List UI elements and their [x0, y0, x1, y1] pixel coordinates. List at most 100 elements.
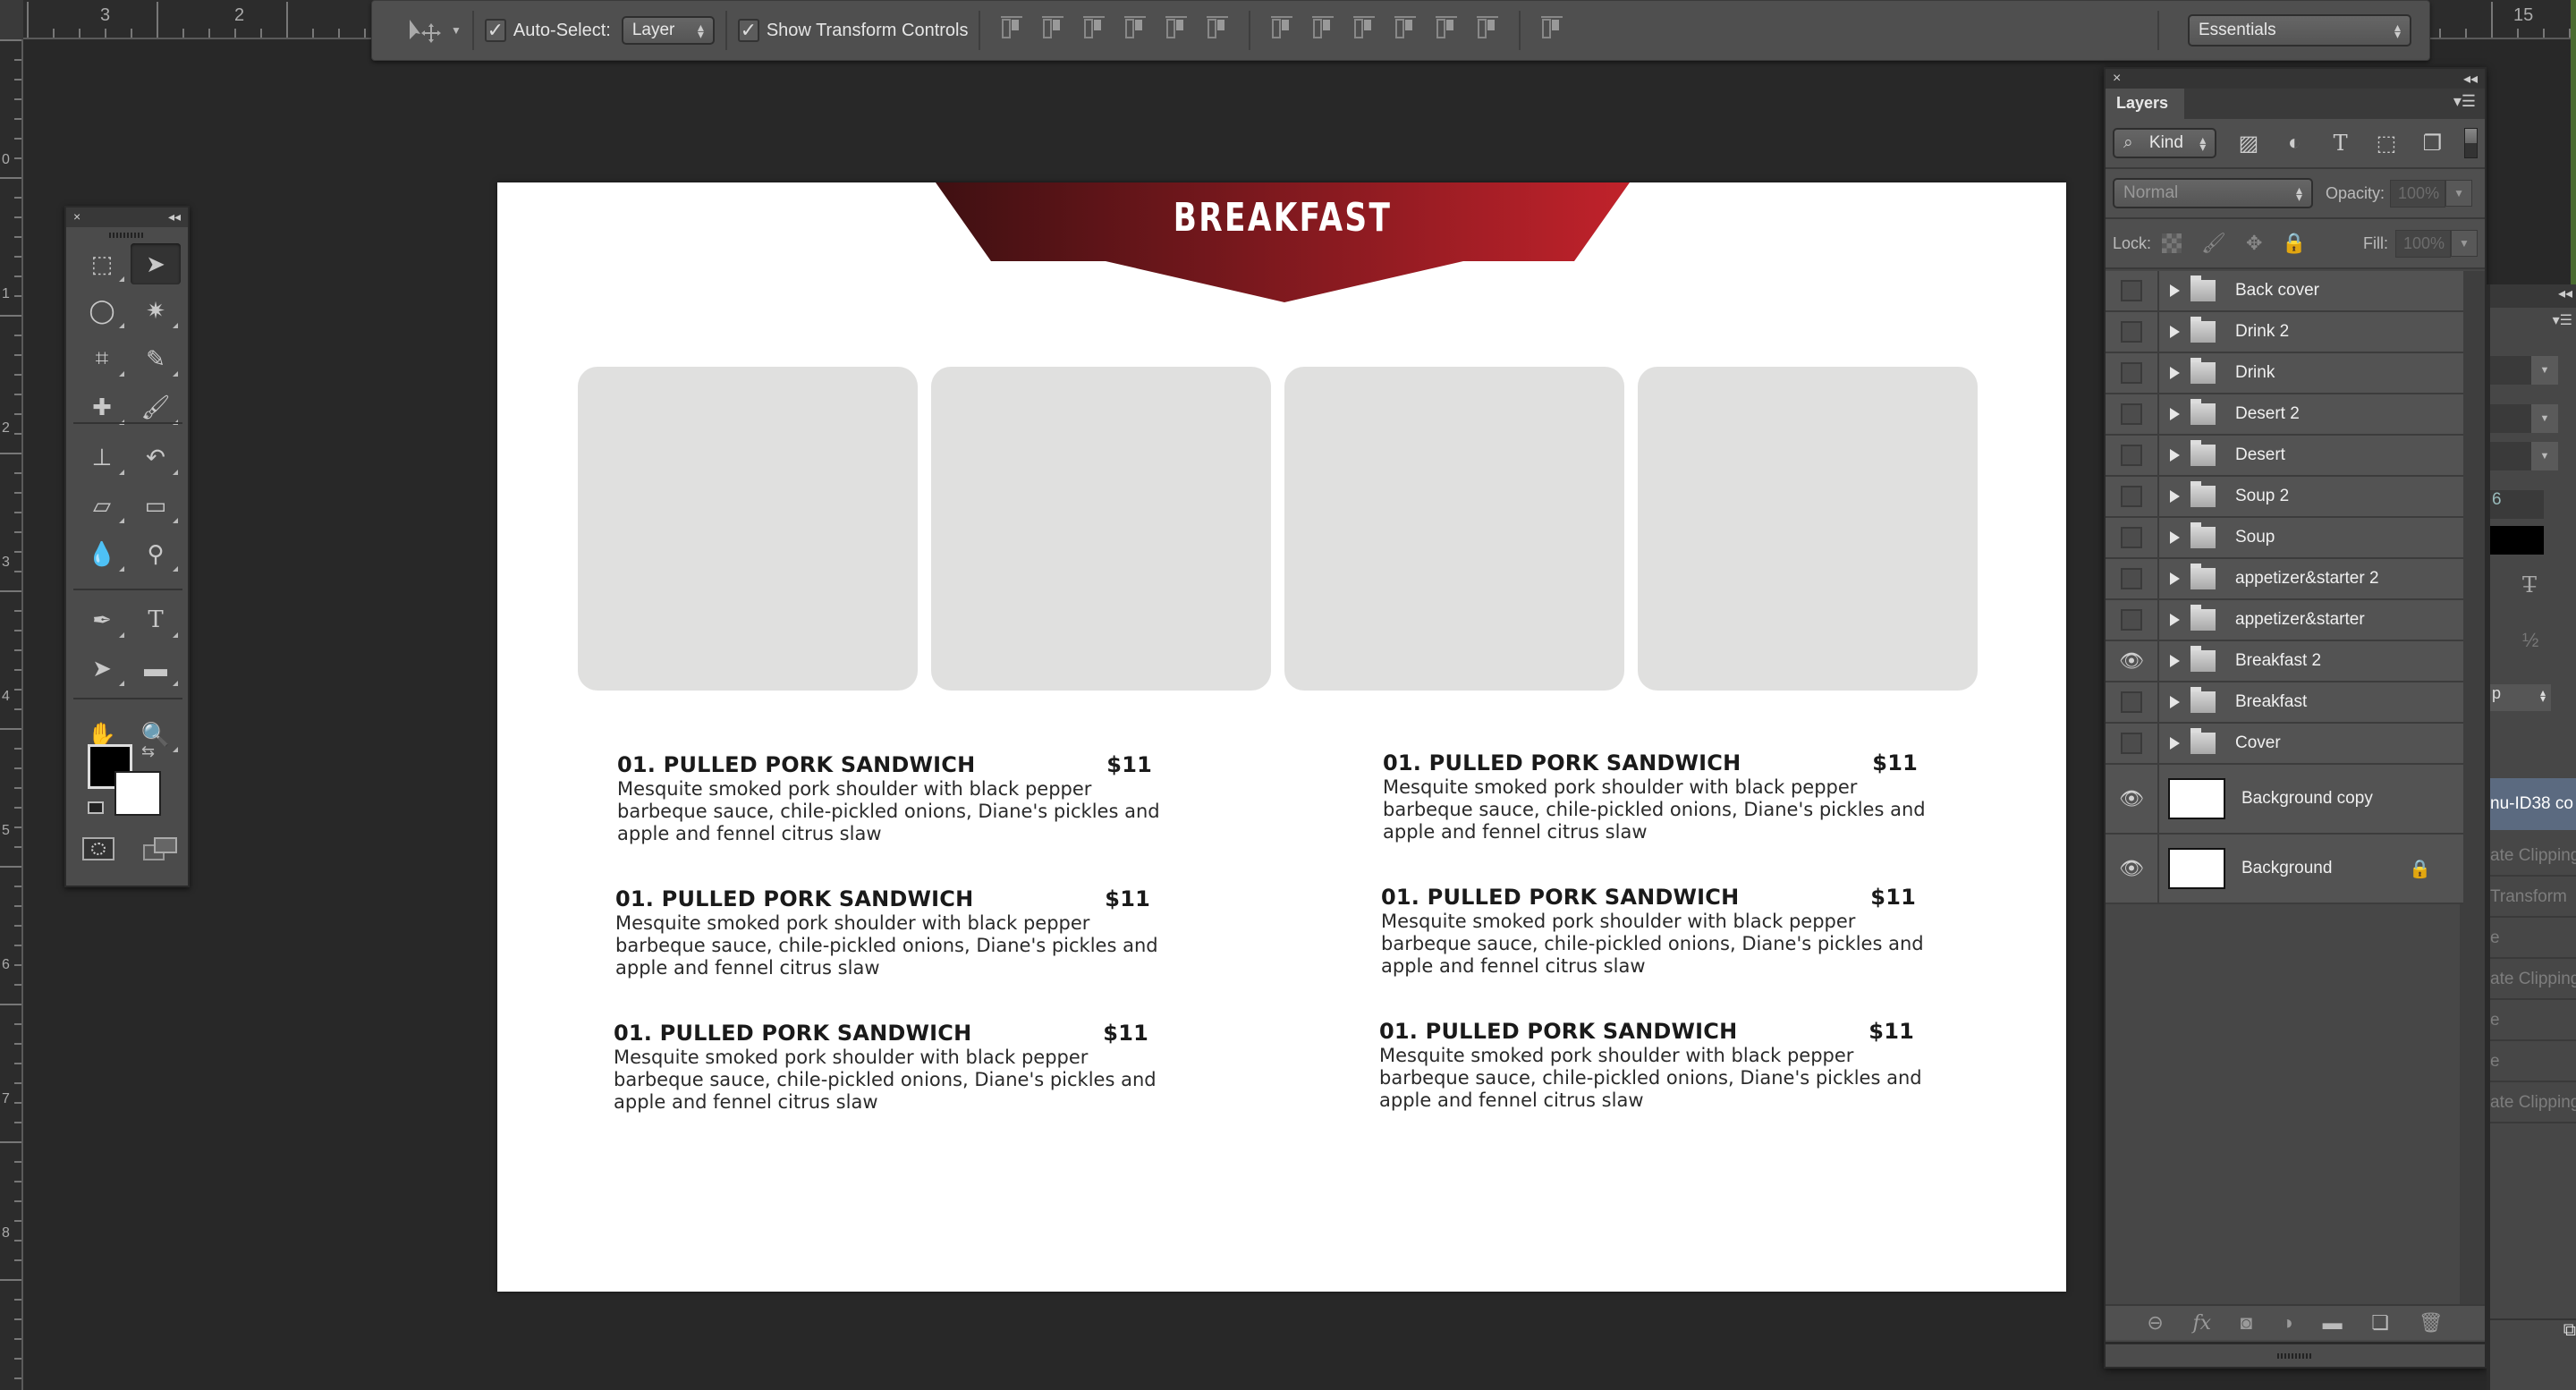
layer-row[interactable]: appetizer&starter [2106, 600, 2463, 641]
filter-toggle[interactable] [2464, 128, 2478, 158]
zoom-tool-icon[interactable]: 🔍 [131, 714, 181, 755]
distribute-right-icon[interactable] [1467, 11, 1508, 47]
layer-row[interactable]: Breakfast [2106, 682, 2463, 724]
distribute-left-icon[interactable] [1385, 11, 1426, 47]
lock-transparency-icon[interactable] [2162, 233, 2182, 253]
new-layer-icon[interactable]: ❏ [2371, 1311, 2389, 1335]
fill-field[interactable]: 100% [2395, 229, 2451, 258]
lasso-tool-icon[interactable]: ◯ [77, 290, 127, 331]
antialias-dropdown[interactable]: p ▴ ▾ [2490, 684, 2551, 711]
opacity-dropdown-icon[interactable]: ▼ [2445, 180, 2473, 207]
expand-arrow-icon[interactable] [2170, 326, 2180, 338]
auto-select-dropdown[interactable]: Layer ▴ ▾ [621, 16, 715, 45]
rectangle-tool-icon[interactable]: ▬ [131, 648, 181, 689]
distribute-vertical-centers-icon[interactable] [1302, 11, 1343, 47]
align-bottom-edges-icon[interactable] [1073, 11, 1114, 47]
visibility-toggle[interactable]: 👁 [2106, 641, 2159, 681]
add-mask-icon[interactable]: ◙ [2241, 1311, 2252, 1335]
history-item[interactable]: ate Clipping [2490, 961, 2576, 1000]
pen-tool-icon[interactable]: ✒ [77, 599, 127, 640]
distribute-bottom-icon[interactable] [1343, 11, 1385, 47]
expand-arrow-icon[interactable] [2170, 572, 2180, 585]
history-item[interactable]: e [2490, 1002, 2576, 1041]
expand-arrow-icon[interactable] [2170, 531, 2180, 544]
visibility-toggle[interactable] [2106, 600, 2159, 640]
expand-arrow-icon[interactable] [2170, 449, 2180, 462]
document-canvas[interactable]: BREAKFAST 01. PULLED PORK SANDWICH $11 Me… [497, 182, 2066, 1292]
fill-dropdown-icon[interactable]: ▼ [2451, 230, 2478, 257]
fractions-icon[interactable]: ½ [2522, 629, 2538, 652]
visibility-toggle[interactable]: 👁 [2106, 765, 2159, 833]
expand-arrow-icon[interactable] [2170, 408, 2180, 420]
history-item[interactable]: ate Clipping [2490, 1084, 2576, 1123]
expand-arrow-icon[interactable] [2170, 655, 2180, 667]
layer-row[interactable]: appetizer&starter 2 [2106, 559, 2463, 600]
layer-row[interactable]: Desert 2 [2106, 394, 2463, 436]
visibility-toggle[interactable] [2106, 353, 2159, 393]
align-vertical-centers-icon[interactable] [1032, 11, 1073, 47]
panel-resize-grip[interactable] [2106, 1342, 2485, 1367]
path-selection-tool-icon[interactable]: ➤ [77, 648, 127, 689]
lock-position-icon[interactable]: ✥ [2246, 232, 2262, 255]
history-item[interactable]: ate Clipping [2490, 837, 2576, 877]
align-horizontal-centers-icon[interactable] [1156, 11, 1197, 47]
visibility-toggle[interactable] [2106, 312, 2159, 352]
close-panel-icon[interactable]: × [2113, 71, 2121, 87]
default-colors-icon[interactable] [88, 801, 104, 814]
layer-row[interactable]: 👁 Background copy [2106, 765, 2463, 835]
crop-tool-icon[interactable]: ⌗ [77, 338, 127, 379]
quick-mask-icon[interactable] [82, 837, 114, 860]
char-dropdown[interactable]: ▼ [2490, 442, 2558, 470]
expand-arrow-icon[interactable] [2170, 284, 2180, 297]
vertical-ruler[interactable]: 0 1 2 3 4 5 6 7 8 [0, 39, 23, 1390]
layer-row[interactable]: Desert [2106, 436, 2463, 477]
strikethrough-icon[interactable]: T̶ [2522, 572, 2537, 598]
layer-row[interactable]: Drink [2106, 353, 2463, 394]
visibility-toggle[interactable] [2106, 518, 2159, 557]
panel-grip[interactable] [109, 233, 145, 238]
tab-layers[interactable]: Layers [2106, 89, 2184, 119]
show-transform-controls-checkbox[interactable]: ✓ [737, 19, 759, 42]
eyedropper-tool-icon[interactable]: ✎ [131, 338, 181, 379]
opacity-field[interactable]: 100% [2390, 179, 2446, 208]
visibility-toggle[interactable] [2106, 682, 2159, 722]
workspace-switcher[interactable]: Essentials ▴ ▾ [2188, 14, 2411, 47]
visibility-toggle[interactable] [2106, 477, 2159, 516]
text-color-swatch[interactable] [2490, 526, 2544, 555]
adjustment-layer-filter-icon[interactable]: ◐ [2281, 131, 2309, 156]
blur-tool-icon[interactable]: 💧 [77, 533, 127, 574]
layer-row[interactable]: Drink 2 [2106, 312, 2463, 353]
lock-all-icon[interactable]: 🔒 [2282, 232, 2306, 255]
align-left-edges-icon[interactable] [1114, 11, 1156, 47]
smart-object-filter-icon[interactable]: ❐ [2419, 131, 2446, 157]
ruler-origin[interactable] [0, 0, 23, 39]
dodge-tool-icon[interactable]: ⚲ [131, 533, 181, 574]
swap-colors-icon[interactable]: ⇆ [141, 742, 155, 761]
screen-mode-icon[interactable] [143, 837, 179, 862]
eraser-tool-icon[interactable]: ▱ [77, 485, 127, 526]
history-item[interactable]: Transform [2490, 878, 2576, 918]
auto-align-layers-icon[interactable] [1531, 11, 1572, 47]
layers-scrollbar[interactable] [2460, 271, 2485, 1326]
char-field[interactable]: 6 [2490, 490, 2544, 519]
expand-arrow-icon[interactable] [2170, 367, 2180, 379]
panel-menu-icon[interactable]: ▾☰ [2445, 89, 2485, 119]
move-tool-icon[interactable]: ➤ [131, 243, 181, 284]
tool-preset-dropdown-icon[interactable]: ▼ [451, 24, 462, 37]
collapse-panel-icon[interactable]: ◂◂ [2490, 284, 2576, 308]
pixel-layer-filter-icon[interactable]: ▨ [2234, 131, 2262, 157]
layer-row[interactable]: Soup [2106, 518, 2463, 559]
lock-image-pixels-icon[interactable]: 🖌 [2201, 232, 2226, 255]
panel-menu-icon[interactable]: ▾☰ [2490, 311, 2576, 335]
history-item[interactable]: e [2490, 1043, 2576, 1082]
auto-select-checkbox[interactable]: ✓ [484, 19, 506, 42]
move-tool-icon[interactable] [408, 16, 444, 45]
new-snapshot-icon[interactable]: ⧉ [2490, 1318, 2576, 1351]
background-color-swatch[interactable] [114, 771, 161, 816]
delete-layer-icon[interactable]: 🗑 [2419, 1311, 2444, 1335]
char-dropdown[interactable]: ▼ [2490, 404, 2558, 433]
history-brush-tool-icon[interactable]: ↶ [131, 436, 181, 478]
layer-row[interactable]: Back cover [2106, 271, 2463, 312]
type-layer-filter-icon[interactable]: T [2326, 131, 2354, 156]
gradient-tool-icon[interactable]: ▭ [131, 485, 181, 526]
